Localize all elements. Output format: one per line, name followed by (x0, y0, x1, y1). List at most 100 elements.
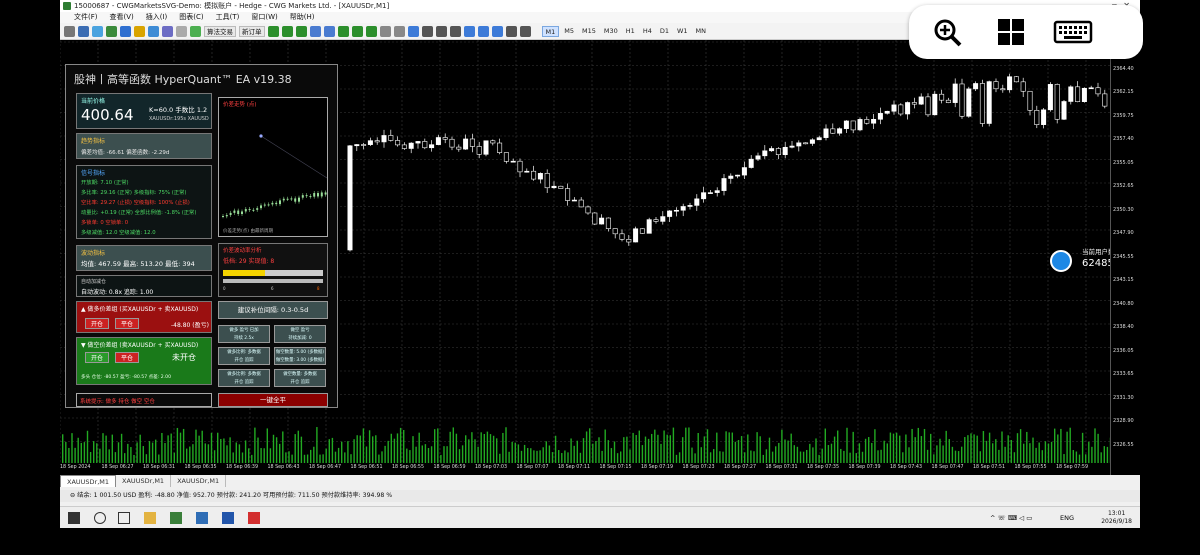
buy-close-button[interactable]: 平仓 (115, 318, 139, 329)
menu-item-5[interactable]: 窗口(W) (251, 12, 277, 23)
task-view-icon[interactable] (118, 512, 130, 524)
market-watch-icon[interactable] (148, 25, 159, 37)
volume-bar (818, 454, 820, 463)
candle-body (939, 93, 945, 101)
file-explorer-icon[interactable] (144, 512, 156, 524)
app-icon-4[interactable] (248, 512, 260, 524)
action-button-1[interactable]: 做空 盈亏 持续加减: 0 (274, 325, 326, 343)
trendline-icon[interactable] (463, 25, 475, 37)
k-ratio-label: K=60.0 手数比 1.2 (149, 106, 208, 114)
text-icon[interactable] (505, 25, 517, 37)
line-chart-icon[interactable] (295, 25, 307, 37)
volume-bar (951, 446, 954, 463)
volume-bar (1106, 446, 1109, 463)
candle-body (395, 140, 401, 146)
volume-bar (868, 437, 870, 463)
timeframe-m1[interactable]: M1 (541, 25, 560, 37)
vertical-line-icon[interactable] (435, 25, 447, 37)
sell-close-button[interactable]: 平仓 (115, 352, 139, 363)
algo-trading-button[interactable]: 算法交易 (204, 25, 236, 37)
buy-open-button[interactable]: 开仓 (85, 318, 109, 329)
chart-tab-2[interactable]: XAUUSDr,M1 (171, 475, 227, 487)
terminal-icon[interactable] (176, 25, 187, 37)
time-scale[interactable]: 18 Sep 2024 18 Sep 06:27 18 Sep 06:31 18 Se… (60, 463, 1110, 475)
volume-bar (313, 446, 315, 463)
price-scale[interactable]: 2367.502364.402362.152359.752357.402355.… (1110, 40, 1140, 475)
menu-item-3[interactable]: 图表(C) (179, 12, 203, 23)
menu-item-1[interactable]: 查看(V) (110, 12, 134, 23)
user-avatar-icon[interactable] (1050, 250, 1072, 272)
bar-chart-icon[interactable] (267, 25, 279, 37)
keyboard-icon[interactable] (1053, 16, 1093, 48)
chart-shift-icon[interactable] (365, 25, 377, 37)
action-button-4[interactable]: 做多比例: 多数据 开仓 追踪 (218, 369, 270, 387)
data-window-icon[interactable] (120, 25, 131, 37)
close-all-button[interactable]: 一键全平 (218, 393, 328, 407)
shapes-icon[interactable] (519, 25, 531, 37)
lock-icon[interactable] (134, 25, 145, 37)
menu-item-6[interactable]: 帮助(H) (290, 12, 315, 23)
new-chart-icon[interactable] (92, 25, 103, 37)
action-button-2[interactable]: 做多比例: 多数据 开仓 追踪 (218, 347, 270, 365)
volume-bar (1004, 446, 1006, 463)
autoscroll-icon[interactable] (351, 25, 363, 37)
mt5-icon-2[interactable] (196, 512, 208, 524)
tile-icon[interactable] (337, 25, 349, 37)
new-order-button[interactable]: 新订单 (239, 25, 265, 37)
ide-icon[interactable] (190, 25, 201, 37)
timeframe-mn[interactable]: MN (693, 26, 709, 37)
app-icon-3[interactable] (222, 512, 234, 524)
zoom-out-icon[interactable] (323, 25, 335, 37)
cursor-icon[interactable] (407, 25, 419, 37)
menu-item-2[interactable]: 插入(I) (146, 12, 168, 23)
timeframe-m5[interactable]: M5 (561, 26, 577, 37)
action-button-3[interactable]: 做空数量: 5.00 (多数据) 做空数量: 3.00 (多数据) (274, 347, 326, 365)
start-icon[interactable] (68, 512, 80, 524)
volume-bar (387, 440, 389, 463)
timeframe-w1[interactable]: W1 (674, 26, 691, 37)
windows-grid-icon[interactable] (995, 16, 1027, 48)
chart-type-icon[interactable] (64, 25, 75, 37)
timeframe-m30[interactable]: M30 (601, 26, 621, 37)
menu-item-0[interactable]: 文件(F) (74, 12, 98, 23)
candle-body (945, 99, 951, 103)
fibonacci-icon[interactable] (491, 25, 503, 37)
language-indicator[interactable]: ENG (1060, 514, 1074, 522)
indicators-icon[interactable] (379, 25, 391, 37)
chart-tab-1[interactable]: XAUUSDr,M1 (116, 475, 172, 487)
crosshair-icon[interactable] (421, 25, 433, 37)
templates-icon[interactable] (393, 25, 405, 37)
channel-icon[interactable] (477, 25, 489, 37)
menu-item-4[interactable]: 工具(T) (216, 12, 240, 23)
candle-body (558, 185, 564, 189)
trend-header: 趋势指标 (81, 138, 106, 145)
strategy-tester-icon[interactable] (162, 25, 173, 37)
timeframe-m15[interactable]: M15 (579, 26, 599, 37)
timeframe-h1[interactable]: H1 (623, 26, 638, 37)
profile-icon[interactable] (78, 25, 89, 37)
volume-bar (641, 445, 644, 463)
zoom-in-icon[interactable] (309, 25, 321, 37)
sell-open-button[interactable]: 开仓 (85, 352, 109, 363)
volume-bar (964, 437, 966, 463)
action-button-0[interactable]: 做多 盈亏 已加 持续 2.5x (218, 325, 270, 343)
chart-tab-0[interactable]: XAUUSDr,M1 (60, 475, 117, 487)
zoom-in-icon[interactable] (931, 16, 963, 48)
volume-bar (815, 438, 817, 463)
timeframe-d1[interactable]: D1 (657, 26, 672, 37)
navigator-icon[interactable] (106, 25, 117, 37)
horizontal-line-icon[interactable] (449, 25, 461, 37)
timeframe-h4[interactable]: H4 (640, 26, 655, 37)
price-chart[interactable]: 股神丨高等函数 HyperQuant™ EA v19.38 当前价格 400.6… (60, 40, 1110, 475)
clock[interactable]: 13:01 2026/9/18 (1101, 510, 1132, 526)
candle-body (877, 113, 883, 120)
action-button-5[interactable]: 做空数量: 多数据 开仓 追踪 (274, 369, 326, 387)
candle-body (837, 128, 843, 134)
suggest-interval-button[interactable]: 建议补位间隔: 0.3-0.5d (218, 301, 328, 319)
volume-bar (235, 442, 237, 463)
volume-bar (685, 427, 687, 463)
search-icon[interactable] (94, 512, 106, 524)
tray-icons[interactable]: ^ ☏ ⌨ ◁ ▭ (990, 514, 1032, 522)
candle-chart-icon[interactable] (281, 25, 293, 37)
mt5-icon[interactable] (170, 512, 182, 524)
